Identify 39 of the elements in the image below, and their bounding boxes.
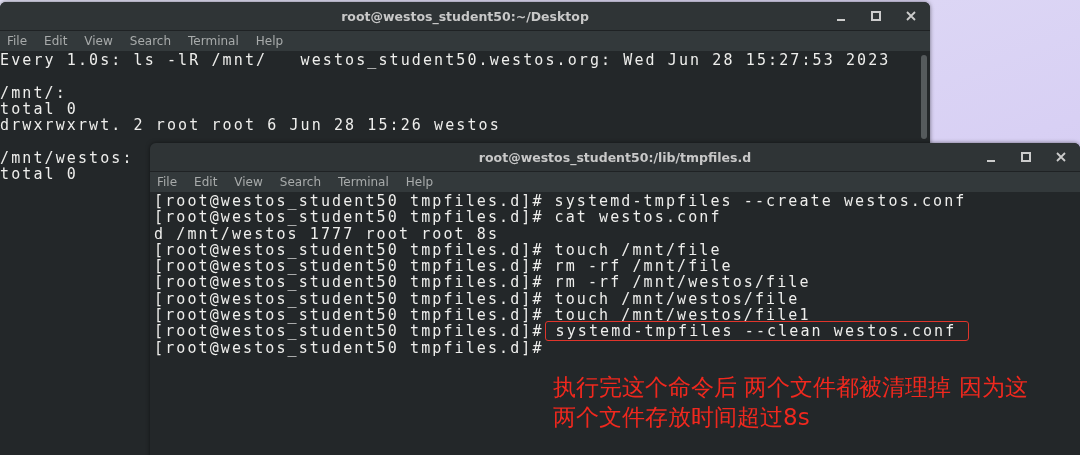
window-title: root@westos_student50:/lib/tmpfiles.d <box>478 149 752 165</box>
shell-prompt: [root@westos_student50 tmpfiles.d]# <box>154 257 544 276</box>
menu-item[interactable]: Edit <box>44 34 68 48</box>
terminal-output: drwxrwxrwt. 2 root root 6 Jun 28 15:26 westos <box>0 116 501 135</box>
command-text: touch /mnt/westos/file <box>554 289 800 308</box>
terminal-output: /mnt/: <box>0 83 67 102</box>
menu-item[interactable]: Terminal <box>188 34 239 48</box>
menu-item[interactable]: Help <box>255 34 284 48</box>
command-text: rm -rf /mnt/westos/file <box>554 273 811 292</box>
menu-item[interactable]: Terminal <box>338 175 389 189</box>
shell-prompt: [root@westos_student50 tmpfiles.d]# <box>154 208 544 227</box>
menu-item[interactable]: Edit <box>194 175 218 189</box>
window-title: root@westos_student50:~/Desktop <box>341 8 589 24</box>
terminal-output: total 0 <box>0 99 78 118</box>
maximize-icon[interactable] <box>871 11 881 21</box>
menu-item[interactable]: File <box>7 34 28 48</box>
menu-item[interactable]: Search <box>279 175 322 189</box>
close-icon[interactable] <box>906 11 916 21</box>
command-text: systemd-tmpfiles --clean westos.conf <box>544 321 970 342</box>
menu-item[interactable]: File <box>157 175 178 189</box>
command-text: systemd-tmpfiles --create westos.conf <box>554 192 967 210</box>
maximize-icon[interactable] <box>1021 152 1031 162</box>
annotation-text: 两个文件存放时间超过8s <box>553 403 811 432</box>
shell-prompt: [root@westos_student50 tmpfiles.d]# <box>154 192 544 210</box>
command-text: touch /mnt/file <box>554 240 722 259</box>
menu-item[interactable]: Search <box>129 34 172 48</box>
command-text: rm -rf /mnt/file <box>554 257 733 276</box>
command-text: cat westos.conf <box>554 208 722 227</box>
annotation-text: 执行完这个命令后 两个文件都被清理掉 因为这 <box>553 373 1028 402</box>
close-icon[interactable] <box>1056 152 1066 162</box>
terminal-output: Every 1.0s: ls -lR /mnt/ westos_student50.westos.org: Wed Jun 28 15:27:53 2023 <box>0 51 891 69</box>
menu-item[interactable]: Help <box>405 175 434 189</box>
scrollbar[interactable] <box>921 55 927 139</box>
terminal-output: total 0 <box>0 165 78 184</box>
menu-item[interactable]: View <box>84 34 113 48</box>
terminal-output: /mnt/westos: <box>0 148 134 167</box>
shell-prompt: [root@westos_student50 tmpfiles.d]# <box>154 240 544 259</box>
shell-prompt: [root@westos_student50 tmpfiles.d]# <box>154 306 544 325</box>
menu-item[interactable]: View <box>234 175 263 189</box>
